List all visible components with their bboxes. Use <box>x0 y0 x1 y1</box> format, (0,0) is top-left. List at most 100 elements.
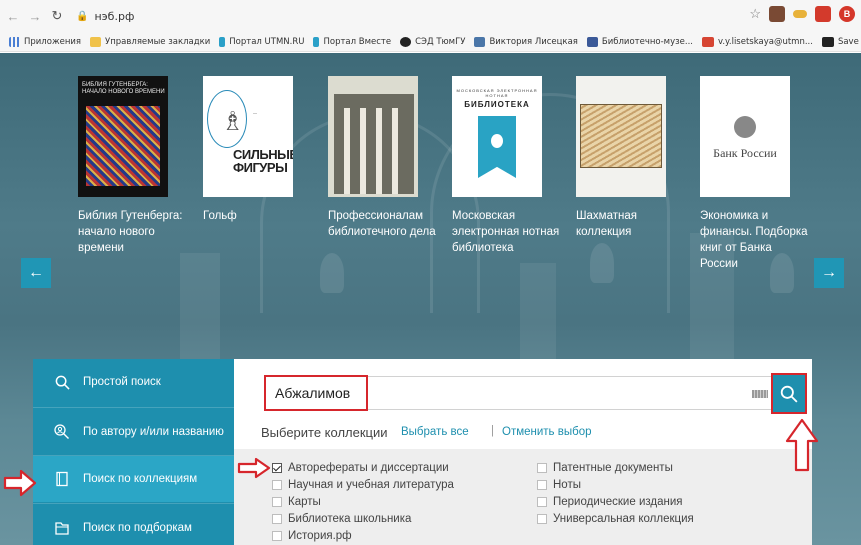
bookmark-facebook[interactable]: Библиотечно-музе... <box>586 36 693 47</box>
bookmark-label: СЭД ТюмГУ <box>415 36 466 47</box>
carousel-cover[interactable]: МОСКОВСКАЯ ЭЛЕКТРОННАЯ НОТНАЯ БИБЛИОТЕКА <box>452 76 542 197</box>
collection-option-periodicals[interactable]: Периодические издания <box>537 496 683 508</box>
collection-option-school-library[interactable]: Библиотека школьника <box>272 513 411 525</box>
checkbox[interactable] <box>272 480 282 490</box>
checkbox[interactable] <box>272 514 282 524</box>
folder-icon <box>90 36 102 47</box>
sidebar-divider <box>33 503 234 504</box>
back-icon[interactable]: ← <box>4 7 22 25</box>
gmail-icon <box>701 36 714 47</box>
carousel-item-title[interactable]: Библия Гутенберга: начало нового времени <box>78 208 188 256</box>
cancel-selection-link[interactable]: Отменить выбор <box>502 426 592 438</box>
bookmark-label: Портал Вместе <box>323 36 392 47</box>
collection-option-universal[interactable]: Универсальная коллекция <box>537 513 694 525</box>
bookmark-star-icon[interactable]: ☆ <box>749 6 761 22</box>
carousel-item-title[interactable]: Профессионалам библиотечного дела <box>328 208 438 240</box>
sidebar-item-simple-search[interactable]: Простой поиск <box>33 359 234 405</box>
selection-icon <box>51 520 73 536</box>
carousel-item-title[interactable]: Шахматная коллекция <box>576 208 686 240</box>
bookmark-vmeste[interactable]: Портал Вместе <box>313 36 392 47</box>
checkbox[interactable] <box>272 531 282 541</box>
bank-emblem-icon <box>734 116 756 138</box>
select-all-link[interactable]: Выбрать все <box>401 426 469 438</box>
collection-option-notes[interactable]: Ноты <box>537 479 581 491</box>
annotation-right-arrow-icon <box>237 457 271 479</box>
keyboard-icon[interactable] <box>752 390 768 398</box>
collection-label: Карты <box>288 496 321 508</box>
collection-label: Ноты <box>553 479 581 491</box>
carousel-cover[interactable]: ♗ — СИЛЬНЫЕ ФИГУРЫ <box>203 76 293 197</box>
collections-title: Выберите коллекции <box>261 425 388 440</box>
profile-avatar[interactable]: B <box>839 6 855 22</box>
bookmark-label: Виктория Лисецкая <box>489 36 578 47</box>
link-separator: | <box>491 425 494 437</box>
collection-option-maps[interactable]: Карты <box>272 496 321 508</box>
collection-label: Научная и учебная литература <box>288 479 454 491</box>
collection-label: История.рф <box>288 530 352 542</box>
bookmark-managed[interactable]: Управляемые закладки <box>90 36 210 47</box>
checkbox[interactable] <box>537 497 547 507</box>
cover-text: МОСКОВСКАЯ ЭЛЕКТРОННАЯ НОТНАЯ <box>456 88 538 98</box>
collection-icon <box>51 471 73 487</box>
bookmark-sed[interactable]: СЭД ТюмГУ <box>400 36 466 47</box>
mendeley-icon <box>821 36 834 47</box>
bookmark-mendeley[interactable]: Save to Mendeley <box>821 36 861 47</box>
bookmark-label: Save to Mendeley <box>837 36 861 47</box>
bookmark-gmail[interactable]: v.y.lisetskaya@utmn... <box>701 36 813 47</box>
carousel-item-title[interactable]: Московская электронная нотная библиотека <box>452 208 562 256</box>
utmn-flag-icon <box>219 36 226 47</box>
music-note-icon <box>491 134 503 148</box>
collection-option-scientific[interactable]: Научная и учебная литература <box>272 479 454 491</box>
collection-option-history-rf[interactable]: История.рф <box>272 530 352 542</box>
reload-icon[interactable]: ↻ <box>48 7 66 25</box>
sidebar-item-collection-search[interactable]: Поиск по коллекциям <box>33 456 241 502</box>
checkbox-checked[interactable] <box>272 463 282 473</box>
collection-label: Универсальная коллекция <box>553 513 694 525</box>
carousel-cover[interactable]: БИБЛИЯ ГУТЕНБЕРГА: НАЧАЛО НОВОГО ВРЕМЕНИ <box>78 76 168 197</box>
forward-icon[interactable]: → <box>26 7 44 25</box>
checkbox[interactable] <box>537 514 547 524</box>
collection-label: Библиотека школьника <box>288 513 412 525</box>
carousel-cover[interactable] <box>328 76 418 197</box>
cover-art <box>376 108 382 194</box>
collection-label: Периодические издания <box>553 496 683 508</box>
carousel-cover[interactable] <box>576 76 666 197</box>
search-button[interactable] <box>771 373 807 414</box>
address-bar[interactable]: нэб.рф <box>94 10 134 23</box>
extension-icon[interactable] <box>815 6 831 22</box>
bookmark-vk[interactable]: Виктория Лисецкая <box>474 36 578 47</box>
bookmark-apps[interactable]: Приложения <box>9 36 81 47</box>
checkbox[interactable] <box>272 497 282 507</box>
sidebar-divider <box>33 407 234 408</box>
bookmark-label: Библиотечно-музе... <box>601 36 693 47</box>
cover-art <box>360 108 366 194</box>
collection-label: Авторефераты и диссертации <box>288 462 449 474</box>
search-icon <box>780 385 798 403</box>
cover-art <box>86 106 160 186</box>
vk-icon <box>474 36 486 47</box>
checkbox[interactable] <box>537 480 547 490</box>
collection-option-dissertations[interactable]: Авторефераты и диссертации <box>272 462 449 474</box>
extension-icon[interactable] <box>793 10 807 18</box>
carousel-item-title[interactable]: Экономика и финансы. Подборка книг от Ба… <box>700 208 810 272</box>
utmn-flag-icon <box>313 36 320 47</box>
bookmark-label: Портал UTMN.RU <box>229 36 305 47</box>
collection-option-patents[interactable]: Патентные документы <box>537 462 673 474</box>
carousel-item-title[interactable]: Гольф <box>203 208 313 224</box>
bird-icon <box>400 36 412 47</box>
page-root: ← → ↻ 🔒 нэб.рф ☆ B Приложения Управляемы… <box>0 0 861 545</box>
sidebar-item-selection-search[interactable]: Поиск по подборкам <box>33 505 234 545</box>
extension-icon[interactable] <box>769 6 785 22</box>
sidebar-item-label: Поиск по коллекциям <box>83 473 198 485</box>
carousel-prev-button[interactable]: ← <box>21 258 51 288</box>
background-lamp <box>320 253 344 293</box>
cover-text: БИБЛИЯ ГУТЕНБЕРГА: НАЧАЛО НОВОГО ВРЕМЕНИ <box>82 82 165 95</box>
sidebar-item-author-search[interactable]: По автору и/или названию <box>33 409 234 455</box>
checkbox[interactable] <box>537 463 547 473</box>
carousel-cover[interactable]: Банк России <box>700 76 790 197</box>
carousel-next-button[interactable]: → <box>814 258 844 288</box>
cover-text: БИБЛИОТЕКА <box>464 100 530 109</box>
bookmark-utmn[interactable]: Портал UTMN.RU <box>219 36 305 47</box>
author-search-icon <box>51 424 73 440</box>
cover-art <box>392 108 398 194</box>
